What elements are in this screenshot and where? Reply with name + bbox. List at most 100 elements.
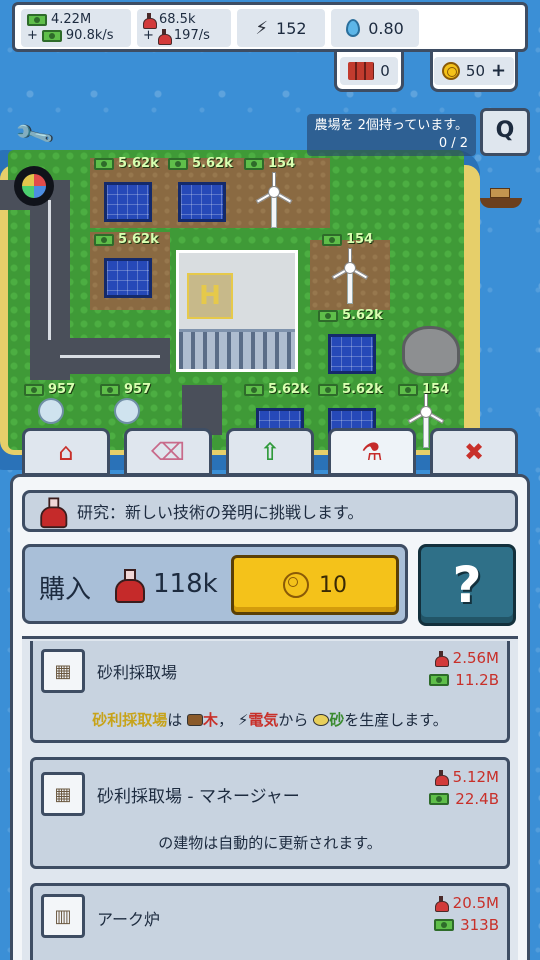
help-button[interactable]: ? xyxy=(418,544,516,626)
hq-facade xyxy=(179,329,295,369)
wind-turbine[interactable] xyxy=(328,248,372,306)
tab-home[interactable]: ⌂ xyxy=(22,428,110,476)
coin-icon xyxy=(283,572,309,598)
add-coins-button[interactable]: + xyxy=(491,60,506,81)
cash-icon xyxy=(429,674,450,686)
cash-icon xyxy=(398,383,418,396)
item-research-cost: 20.5M xyxy=(452,894,499,912)
eraser-icon: ⌫ xyxy=(151,438,185,466)
home-icon: ⌂ xyxy=(58,438,74,466)
game-center-icon[interactable] xyxy=(14,166,54,206)
list-item[interactable]: ▦ 砂利採取場 2.56M 11.2B 砂利採取場は 木， ⚡電気から 砂を生産… xyxy=(30,641,510,743)
item-cash-cost: 313B xyxy=(460,916,499,934)
research-description-text: 研究：新しい技術の発明に挑戦します。 xyxy=(77,503,364,522)
mission-text: 農場を 2個持っています。 xyxy=(314,118,468,133)
tile-income-label: 154 xyxy=(398,382,449,397)
wind-turbine[interactable] xyxy=(252,172,296,230)
water-tank[interactable] xyxy=(38,398,64,424)
coin-icon xyxy=(441,61,460,80)
solar-panel[interactable] xyxy=(178,182,226,222)
water-counter[interactable]: 0.80 xyxy=(331,9,419,47)
tab-upgrade[interactable]: ⇧ xyxy=(226,428,314,476)
lightning-icon: ⚡ xyxy=(237,711,249,729)
list-item[interactable]: ▦ 砂利採取場 - マネージャー 5.12M 22.4B の建物は自動的に更新さ… xyxy=(30,757,510,869)
tab-research[interactable]: ⚗ xyxy=(328,428,416,476)
plus-sign: + xyxy=(27,28,38,43)
tab-close[interactable]: ✖ xyxy=(430,428,518,476)
flask-icon xyxy=(434,770,449,786)
dynamite-amount: 0 xyxy=(380,61,390,80)
research-rate: 197/s xyxy=(173,28,210,43)
water-drop-icon xyxy=(346,19,361,37)
research-counter[interactable]: 68.5k +197/s xyxy=(137,9,231,47)
item-cash-cost: 22.4B xyxy=(455,790,499,808)
rock xyxy=(402,326,460,376)
tab-eraser[interactable]: ⌫ xyxy=(124,428,212,476)
tile-income-label: 5.62k xyxy=(168,156,233,171)
research-flask-icon: ⚗ xyxy=(361,438,383,466)
item-name: 砂利採取場 - マネージャー xyxy=(97,787,300,807)
energy-amount: 152 xyxy=(276,18,307,38)
item-costs: 20.5M 313B xyxy=(434,892,499,936)
item-name: アーク炉 xyxy=(97,910,161,929)
item-research-cost: 5.12M xyxy=(452,768,499,786)
cash-icon xyxy=(318,383,338,396)
lightning-icon: ⚡ xyxy=(255,17,269,39)
flask-icon xyxy=(40,497,68,529)
list-item[interactable]: ▥ アーク炉 20.5M 313B xyxy=(30,883,510,960)
item-description: 砂利採取場は 木， ⚡電気から 砂を生産します。 xyxy=(92,711,448,729)
research-list[interactable]: ▦ 砂利採取場 2.56M 11.2B 砂利採取場は 木， ⚡電気から 砂を生産… xyxy=(22,636,518,960)
headquarters-building[interactable]: H xyxy=(176,250,298,372)
tile-income-label: 5.62k xyxy=(318,308,383,323)
cash-icon xyxy=(434,919,455,931)
item-research-cost: 2.56M xyxy=(452,649,499,667)
plus-sign: + xyxy=(143,28,154,43)
item-name: 砂利採取場 xyxy=(97,663,178,682)
flask-icon xyxy=(115,569,145,603)
coin-price: 10 xyxy=(319,572,347,598)
road-marking xyxy=(60,355,160,358)
coin-amount: 50 xyxy=(465,61,485,80)
buy-with-coins-button[interactable]: 10 xyxy=(231,555,399,615)
quest-button[interactable]: Q xyxy=(480,108,530,156)
buy-label: 購入 xyxy=(39,575,92,605)
energy-counter[interactable]: ⚡ 152 xyxy=(237,9,325,47)
close-icon: ✖ xyxy=(463,438,485,466)
tile-income-label: 154 xyxy=(244,156,295,171)
cash-icon xyxy=(24,383,44,396)
cash-icon xyxy=(322,233,342,246)
research-amount: 68.5k xyxy=(159,12,196,27)
cash-icon xyxy=(100,383,120,396)
water-tank[interactable] xyxy=(114,398,140,424)
coin-counter[interactable]: 50 + xyxy=(430,52,518,92)
resource-bar: 4.22M +90.8k/s 68.5k +197/s ⚡ 152 0.80 xyxy=(12,2,528,52)
cash-icon xyxy=(94,157,114,170)
helipad: H xyxy=(187,273,233,319)
solar-panel[interactable] xyxy=(104,258,152,298)
flask-icon xyxy=(157,29,172,45)
water-amount: 0.80 xyxy=(368,18,404,38)
boat[interactable] xyxy=(480,186,522,208)
road-marking xyxy=(48,200,51,340)
buy-research-cost: 118k xyxy=(153,569,218,599)
cash-icon xyxy=(244,157,264,170)
gravel-pit-manager-icon: ▦ xyxy=(41,772,85,816)
tile-income-label: 5.62k xyxy=(318,382,383,397)
flask-icon xyxy=(434,651,449,667)
solar-panel[interactable] xyxy=(104,182,152,222)
solar-panel[interactable] xyxy=(328,334,376,374)
sand-icon xyxy=(313,714,330,726)
dynamite-counter[interactable]: 0 xyxy=(334,52,404,92)
cash-icon xyxy=(318,309,338,322)
cash-icon xyxy=(41,30,62,42)
cash-rate: 90.8k/s xyxy=(65,28,114,43)
dynamite-icon xyxy=(348,61,375,80)
arc-furnace-icon: ▥ xyxy=(41,894,85,938)
mission-banner[interactable]: 農場を 2個持っています。 0 / 2 xyxy=(306,114,476,156)
mission-progress: 0 / 2 xyxy=(438,136,468,151)
cash-icon xyxy=(94,233,114,246)
cash-counter[interactable]: 4.22M +90.8k/s xyxy=(21,9,131,47)
tile-income-label: 957 xyxy=(24,382,75,397)
cash-icon xyxy=(429,793,450,805)
item-costs: 5.12M 22.4B xyxy=(429,766,499,810)
